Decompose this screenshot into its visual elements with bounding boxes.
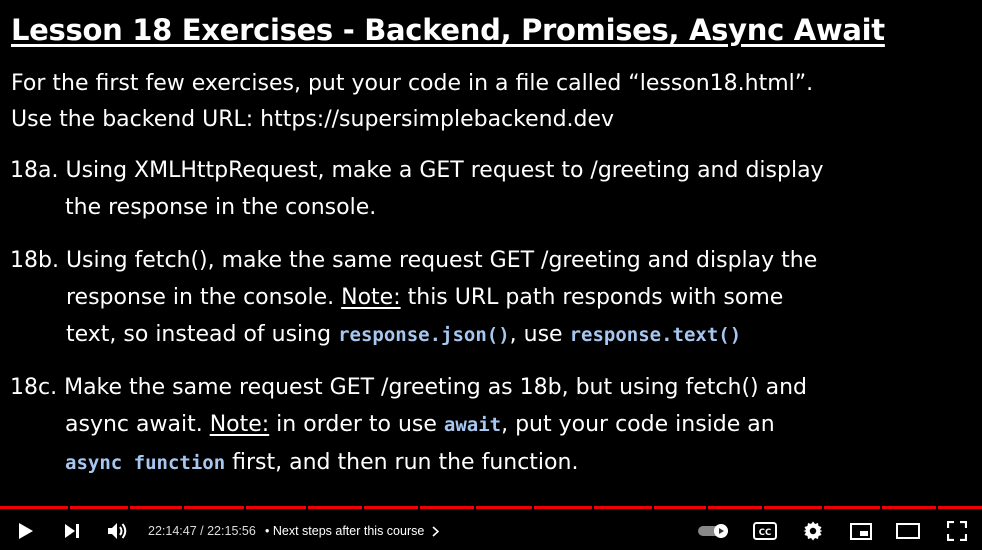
chapter-marker: [362, 506, 364, 509]
theater-mode-icon: [896, 523, 920, 539]
next-button[interactable]: [54, 512, 90, 550]
exercise-18b: 18b. Using fetch(), make the same reques…: [10, 242, 817, 354]
note-label: Note:: [341, 285, 401, 310]
autoplay-toggle[interactable]: [694, 512, 734, 550]
chapter-marker: [306, 506, 308, 509]
captions-icon: CC: [753, 522, 777, 540]
exercise-text-line-3: text, so instead of using response.json(…: [10, 316, 817, 354]
chapter-marker: [652, 506, 654, 509]
text: first, and then run the function.: [225, 450, 579, 475]
settings-gear-icon: [803, 521, 823, 541]
time-display: 22:14:47 / 22:15:56: [148, 524, 256, 538]
fullscreen-icon: [947, 521, 967, 541]
chapter-marker: [68, 506, 70, 509]
chapter-marker: [418, 506, 420, 509]
chapter-marker: [128, 506, 130, 509]
code-await: await: [443, 414, 502, 436]
chapter-marker: [762, 506, 764, 509]
chapter-title[interactable]: • Next steps after this course: [265, 524, 439, 538]
chapter-bullet: •: [265, 524, 273, 538]
current-time: 22:14:47: [148, 524, 197, 538]
intro-line-2: Use the backend URL: https://supersimple…: [11, 107, 615, 132]
text: this URL path responds with some: [400, 285, 784, 310]
exercise-text-line-1: Using fetch(), make the same request GET…: [65, 248, 818, 273]
intro-line-1: For the first few exercises, put your co…: [11, 71, 814, 96]
next-icon: [64, 523, 80, 539]
chapter-label: Next steps after this course: [272, 524, 425, 538]
chapter-marker: [532, 506, 534, 509]
captions-button[interactable]: CC: [748, 512, 782, 550]
play-icon: [18, 522, 34, 540]
exercise-text-line-2: async await. Note: in order to use await…: [10, 406, 807, 444]
progress-bar[interactable]: [0, 506, 982, 509]
code-async-function: async function: [65, 452, 226, 474]
exercise-text-line-2: the response in the console.: [65, 195, 377, 220]
volume-button[interactable]: [100, 512, 136, 550]
chapter-marker: [936, 506, 938, 509]
exercise-number: 18c.: [10, 375, 58, 400]
chapter-marker: [706, 506, 708, 509]
text: text, so instead of using: [66, 322, 339, 347]
fullscreen-button[interactable]: [940, 512, 974, 550]
text: , put your code inside an: [501, 412, 775, 437]
text: in order to use: [269, 412, 444, 437]
duration: 22:15:56: [207, 524, 256, 538]
chapter-marker: [880, 506, 882, 509]
exercise-number: 18b.: [10, 248, 59, 273]
chapter-marker: [592, 506, 594, 509]
code-response-text: response.text(): [569, 324, 742, 346]
miniplayer-button[interactable]: [844, 512, 878, 550]
chapter-marker: [182, 506, 184, 509]
play-button[interactable]: [8, 512, 44, 550]
autoplay-toggle-icon: [697, 523, 731, 539]
text: , use: [509, 322, 570, 347]
note-label: Note:: [209, 412, 270, 437]
exercise-18c: 18c. Make the same request GET /greeting…: [10, 369, 807, 482]
exercise-text-line-2: response in the console. Note: this URL …: [10, 279, 817, 316]
slide-intro: For the first few exercises, put your co…: [11, 66, 813, 138]
video-frame[interactable]: Lesson 18 Exercises - Backend, Promises,…: [0, 0, 982, 506]
exercise-text-line-3: async function first, and then run the f…: [10, 444, 807, 482]
exercise-text-line-1: Using XMLHttpRequest, make a GET request…: [65, 158, 824, 183]
exercise-18a: 18a. Using XMLHttpRequest, make a GET re…: [10, 152, 824, 226]
chevron-right-icon: [432, 526, 439, 537]
exercise-number: 18a.: [10, 158, 59, 183]
text: async await.: [65, 412, 203, 437]
slide-title: Lesson 18 Exercises - Backend, Promises,…: [11, 13, 885, 47]
captions-label: CC: [759, 528, 771, 538]
player-controls: 22:14:47 / 22:15:56 • Next steps after t…: [0, 512, 982, 550]
chapter-marker: [244, 506, 246, 509]
exercise-text-line-1: Make the same request GET /greeting as 1…: [64, 375, 808, 400]
code-response-json: response.json(): [338, 324, 510, 346]
chapter-marker: [822, 506, 824, 509]
theater-mode-button[interactable]: [890, 512, 926, 550]
miniplayer-icon: [850, 522, 872, 540]
text: response in the console.: [66, 285, 335, 310]
volume-icon: [107, 522, 129, 540]
settings-button[interactable]: [796, 512, 830, 550]
chapter-marker: [474, 506, 476, 509]
